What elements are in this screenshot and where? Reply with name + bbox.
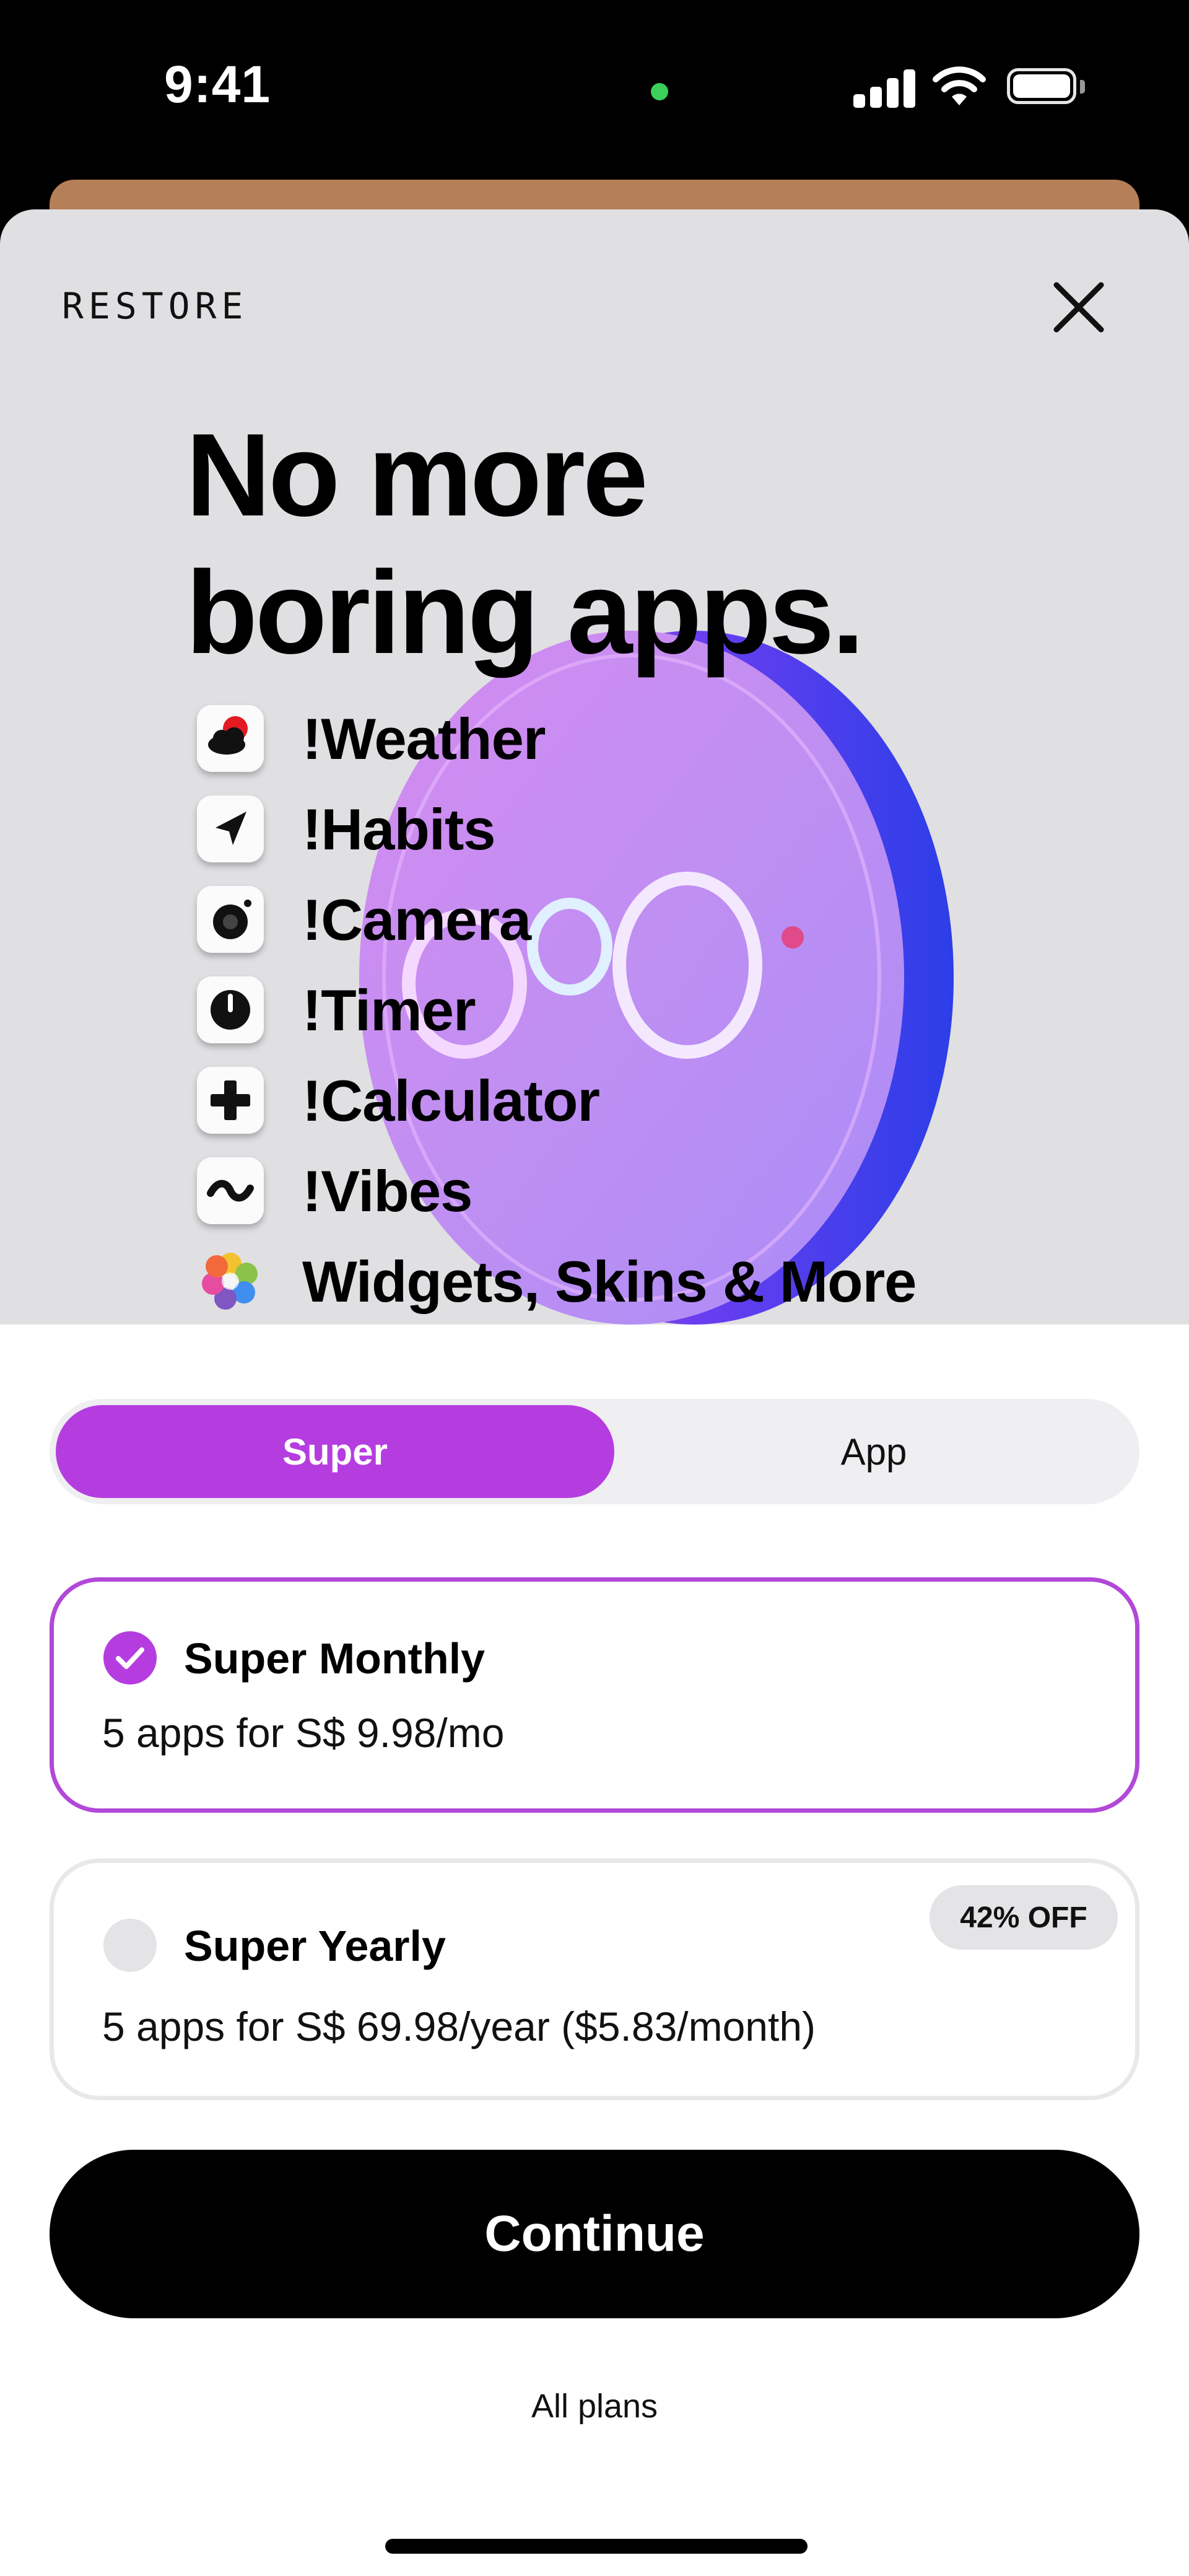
feature-label: !Camera xyxy=(302,887,531,952)
home-indicator xyxy=(385,2539,808,2554)
segment-super[interactable]: Super xyxy=(56,1405,614,1498)
cellular-signal-icon xyxy=(853,69,915,108)
radio-unchecked-icon xyxy=(103,1919,157,1972)
segment-app[interactable]: App xyxy=(614,1405,1133,1498)
plan-title: Super Yearly xyxy=(184,1922,446,1970)
plan-option-yearly[interactable]: Super Yearly 42% OFF 5 apps for S$ 69.98… xyxy=(50,1859,1139,2100)
hero-section: RESTORE No more boring apps. !Weather !H… xyxy=(0,209,1189,1325)
battery-icon xyxy=(1007,68,1087,107)
weather-icon xyxy=(197,705,264,772)
plan-option-monthly[interactable]: Super Monthly 5 apps for S$ 9.98/mo xyxy=(50,1577,1139,1813)
vibes-icon xyxy=(197,1157,264,1224)
feature-label: !Timer xyxy=(302,978,476,1043)
check-circle-icon xyxy=(103,1631,157,1684)
plan-sheet: Super App Super Monthly 5 apps for S$ 9.… xyxy=(0,1325,1189,2576)
plan-description: 5 apps for S$ 69.98/year ($5.83/month) xyxy=(102,2004,816,2049)
flower-icon xyxy=(197,1248,264,1315)
camera-indicator-icon xyxy=(651,83,668,100)
status-time: 9:41 xyxy=(164,55,271,113)
discount-badge: 42% OFF xyxy=(930,1885,1118,1950)
close-icon[interactable] xyxy=(1048,276,1110,338)
headline-line-1: No more xyxy=(186,410,648,541)
habits-icon xyxy=(197,795,264,862)
all-plans-link[interactable]: All plans xyxy=(0,2387,1189,2425)
feature-label: !Weather xyxy=(302,706,546,771)
continue-button[interactable]: Continue xyxy=(50,2150,1139,2318)
calculator-icon xyxy=(197,1067,264,1134)
feature-label: !Calculator xyxy=(302,1068,600,1133)
plan-title: Super Monthly xyxy=(184,1634,486,1683)
headline-line-2: boring apps. xyxy=(186,547,865,678)
plan-type-segmented-control: Super App xyxy=(50,1399,1139,1504)
wifi-icon xyxy=(933,66,986,105)
feature-label: !Vibes xyxy=(302,1159,473,1224)
camera-icon xyxy=(197,886,264,953)
plan-description: 5 apps for S$ 9.98/mo xyxy=(102,1710,505,1756)
headline: No more boring apps. xyxy=(186,406,865,681)
feature-label: !Habits xyxy=(302,797,496,862)
feature-label: Widgets, Skins & More xyxy=(302,1249,917,1314)
restore-button[interactable]: RESTORE xyxy=(62,285,248,327)
status-bar: 9:41 xyxy=(0,0,1189,180)
timer-icon xyxy=(197,976,264,1043)
